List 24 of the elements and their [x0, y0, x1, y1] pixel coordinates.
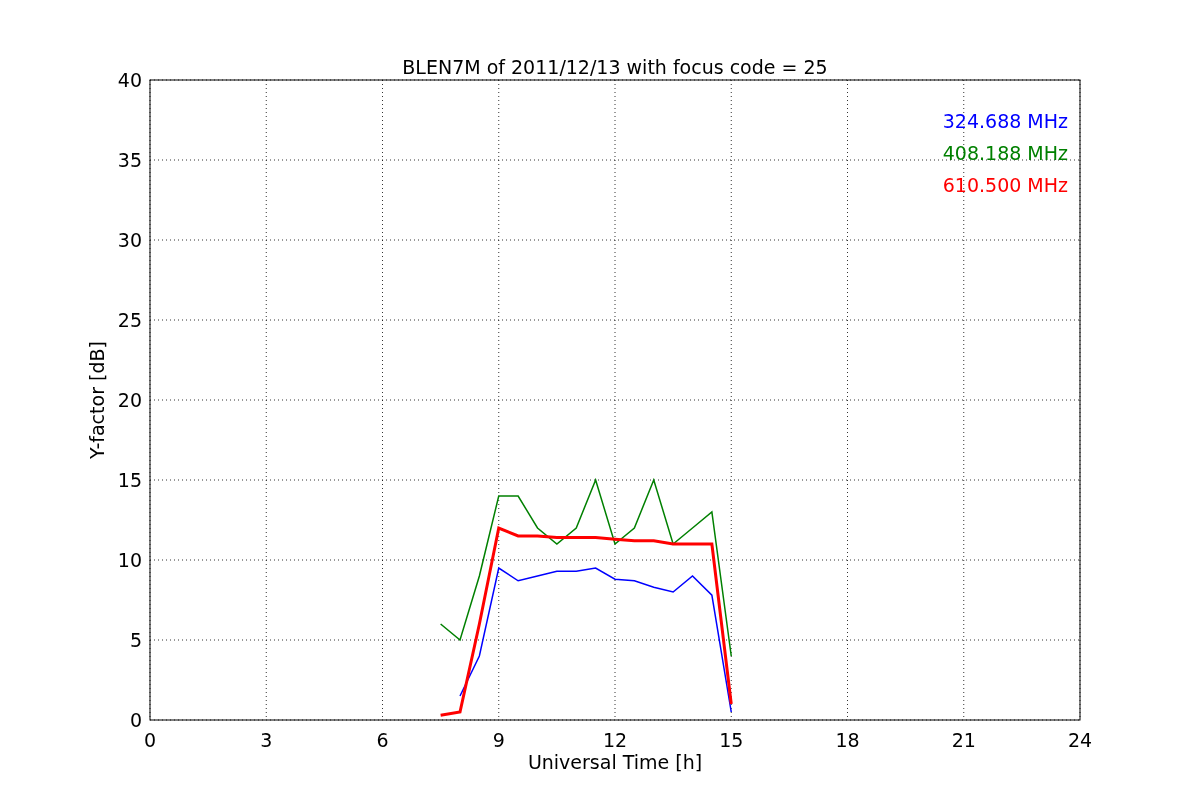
y-axis-label: Y-factor [dB]: [86, 341, 108, 459]
y-tick-label: 30: [117, 229, 142, 251]
x-tick-label: 9: [492, 729, 505, 751]
y-tick-label: 5: [129, 629, 142, 651]
legend-label: 324.688 MHz: [942, 110, 1068, 132]
y-tick-label: 25: [117, 309, 142, 331]
x-tick-label: 12: [602, 729, 628, 751]
x-axis-label: Universal Time [h]: [527, 751, 703, 773]
x-tick-label: 0: [143, 729, 157, 751]
y-tick-label: 20: [117, 389, 142, 411]
y-tick-label: 0: [129, 709, 142, 731]
y-tick-label: 40: [117, 69, 142, 91]
x-tick-label: 3: [260, 729, 273, 751]
y-tick-label: 35: [117, 149, 142, 171]
x-tick-label: 6: [376, 729, 389, 751]
chart-title: BLEN7M of 2011/12/13 with focus code = 25: [402, 56, 828, 78]
y-tick-label: 10: [117, 549, 142, 571]
legend-label: 610.500 MHz: [942, 174, 1068, 196]
x-tick-label: 15: [719, 729, 744, 751]
x-tick-label: 21: [951, 729, 976, 751]
x-tick-label: 18: [835, 729, 860, 751]
legend-label: 408.188 MHz: [942, 142, 1068, 164]
y-tick-label: 15: [117, 469, 142, 491]
x-tick-label: 24: [1067, 729, 1093, 751]
